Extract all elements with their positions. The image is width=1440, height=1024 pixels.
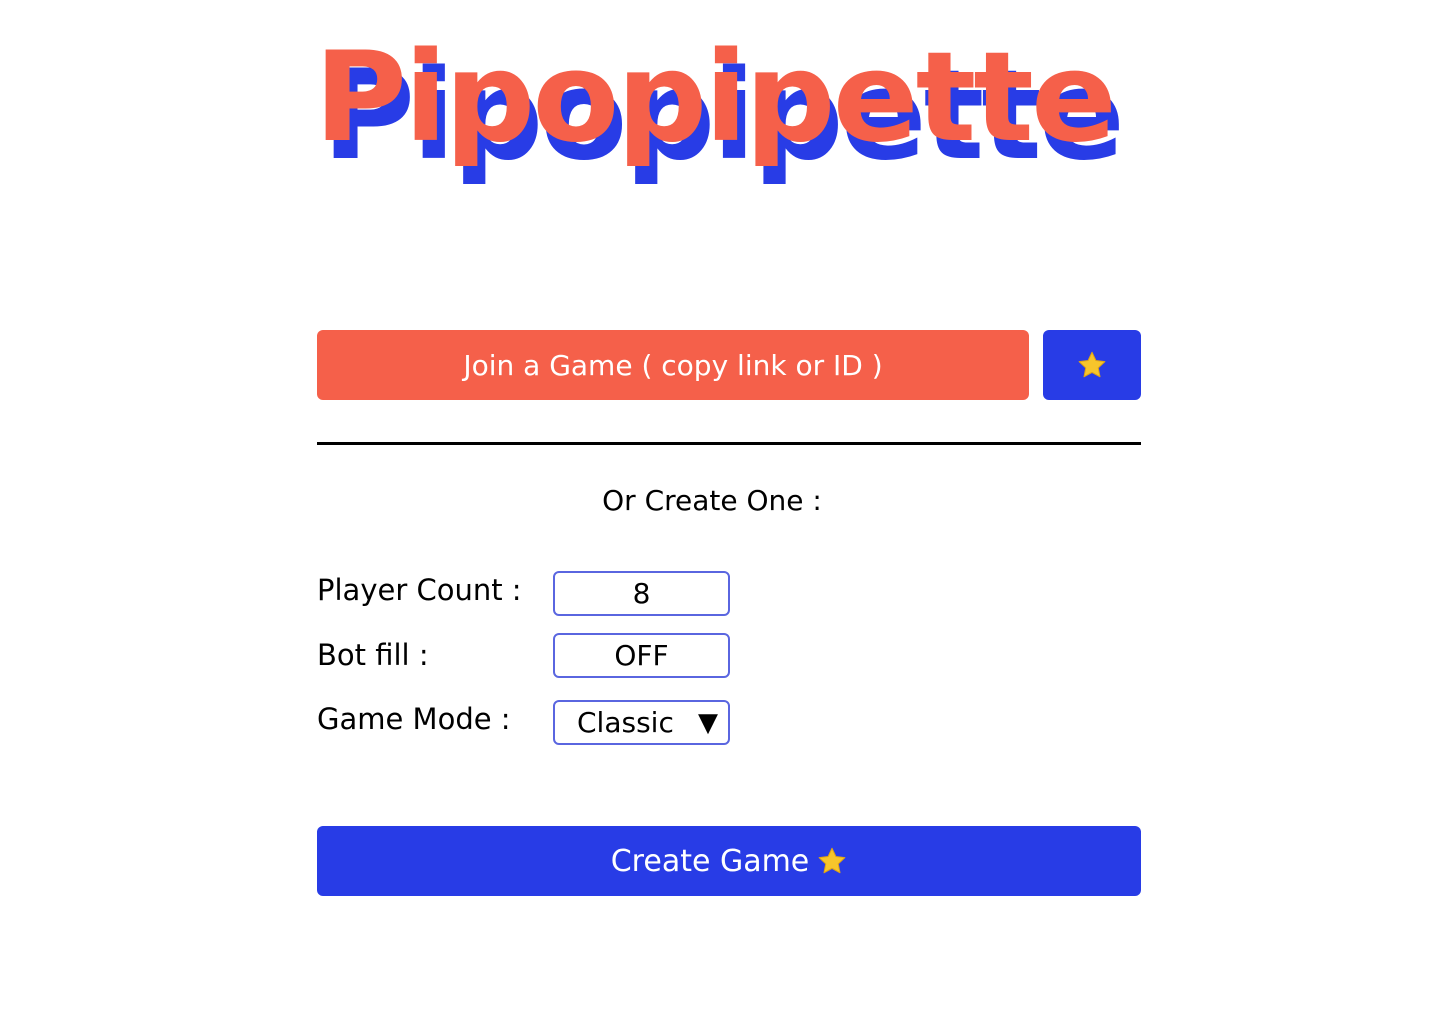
- logo-text: Pipopipette: [314, 26, 1114, 170]
- bot-fill-value: OFF: [614, 639, 669, 672]
- player-count-value: 8: [632, 577, 651, 610]
- create-section-heading: Or Create One :: [602, 484, 822, 517]
- game-mode-label: Game Mode :: [317, 702, 511, 736]
- bot-fill-label: Bot fill :: [317, 638, 429, 672]
- app-logo-title: Pipopipette Pipopipette: [312, 8, 1152, 208]
- game-mode-value: Classic: [577, 706, 674, 739]
- star-icon: [818, 847, 846, 874]
- game-mode-select[interactable]: Classic ▼: [553, 700, 730, 745]
- player-count-label: Player Count :: [317, 573, 522, 607]
- star-icon: [1078, 351, 1106, 378]
- player-count-input[interactable]: 8: [553, 571, 730, 616]
- chevron-down-icon: ▼: [698, 707, 718, 738]
- join-game-label: Join a Game ( copy link or ID ): [463, 348, 883, 382]
- section-divider: [317, 442, 1141, 445]
- create-game-label: Create Game: [610, 843, 810, 879]
- bot-fill-toggle[interactable]: OFF: [553, 633, 730, 678]
- join-game-button[interactable]: Join a Game ( copy link or ID ): [317, 330, 1029, 400]
- favorite-button[interactable]: [1043, 330, 1141, 400]
- create-game-button[interactable]: Create Game: [317, 826, 1141, 896]
